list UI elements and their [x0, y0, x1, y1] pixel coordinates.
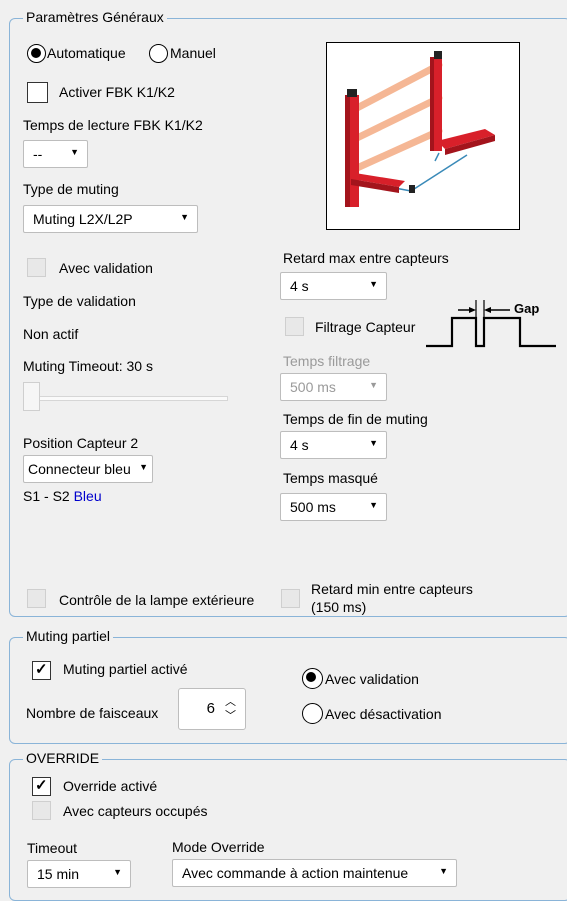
min-delay-label-1: Retard min entre capteurs	[311, 581, 473, 597]
dropdown-arrow-icon: ▼	[70, 147, 79, 157]
fbk-time-value: --	[33, 146, 43, 162]
validation-type-value: Non actif	[23, 326, 79, 342]
partial-muting-legend: Muting partiel	[23, 628, 114, 644]
radio-partial-validation[interactable]	[302, 668, 323, 689]
override-legend: OVERRIDE	[23, 750, 103, 766]
validation-type-label: Type de validation	[23, 293, 136, 309]
fbk-checkbox[interactable]	[27, 82, 48, 103]
mask-time-value: 500 ms	[290, 499, 336, 515]
dropdown-arrow-icon: ▼	[369, 279, 378, 289]
end-time-value: 4 s	[290, 437, 309, 453]
end-time-select[interactable]: 4 s ▼	[280, 431, 387, 459]
occupied-sensors-label: Avec capteurs occupés	[63, 803, 208, 819]
general-settings-legend: Paramètres Généraux	[23, 9, 167, 25]
max-delay-value: 4 s	[290, 278, 309, 294]
override-timeout-value: 15 min	[37, 866, 80, 882]
dropdown-arrow-icon: ▼	[113, 867, 122, 877]
dropdown-arrow-icon: ▼	[139, 462, 148, 472]
dropdown-arrow-icon: ▼	[439, 866, 448, 876]
beams-count-stepper[interactable]: 6 ︿ ﹀	[178, 688, 246, 730]
fbk-time-label: Temps de lecture FBK K1/K2	[23, 117, 203, 133]
fbk-time-select[interactable]: -- ▼	[23, 140, 88, 168]
override-checkbox[interactable]: ✓	[32, 777, 51, 796]
sensor-filter-label: Filtrage Capteur	[315, 319, 416, 335]
sensor2-info-color: Bleu	[73, 488, 102, 504]
mask-time-select[interactable]: 500 ms ▼	[280, 493, 387, 521]
muting-type-label: Type de muting	[23, 181, 119, 197]
sensor2-position-value: Connecteur bleu	[28, 461, 131, 477]
sensor2-position-select[interactable]: Connecteur bleu ▼	[23, 455, 153, 483]
radio-partial-deactivation-label[interactable]: Avec désactivation	[325, 706, 441, 722]
max-delay-label: Retard max entre capteurs	[283, 250, 449, 266]
filter-time-value: 500 ms	[290, 379, 336, 395]
muting-type-select[interactable]: Muting L2X/L2P ▼	[23, 205, 198, 233]
radio-automatic-label[interactable]: Automatique	[47, 45, 126, 61]
fbk-checkbox-label: Activer FBK K1/K2	[59, 84, 175, 100]
sensor-filter-checkbox[interactable]	[285, 317, 304, 336]
dropdown-arrow-icon: ▼	[369, 380, 378, 390]
gap-diagram: Gap	[424, 296, 560, 352]
muting-timeout-slider-track	[28, 396, 228, 401]
partial-muting-checkbox[interactable]: ✓	[32, 661, 51, 680]
stepper-down-icon[interactable]: ﹀	[225, 707, 236, 723]
override-mode-label: Mode Override	[172, 839, 265, 855]
lamp-control-label: Contrôle de la lampe extérieure	[59, 592, 255, 608]
sensor2-position-label: Position Capteur 2	[23, 435, 139, 451]
override-timeout-select[interactable]: 15 min ▼	[27, 860, 131, 888]
min-delay-checkbox[interactable]	[281, 589, 300, 608]
override-checkbox-label: Override activé	[63, 778, 158, 794]
muting-timeout-label: Muting Timeout: 30 s	[23, 358, 153, 374]
radio-partial-validation-label[interactable]: Avec validation	[325, 671, 419, 687]
mask-time-label: Temps masqué	[283, 470, 378, 486]
partial-muting-group	[9, 637, 567, 744]
min-delay-label-2: (150 ms)	[311, 599, 367, 615]
dropdown-arrow-icon: ▼	[180, 212, 189, 222]
sensor2-info: S1 - S2 Bleu	[23, 488, 102, 504]
override-mode-select[interactable]: Avec commande à action maintenue ▼	[172, 859, 457, 887]
radio-manual[interactable]	[149, 44, 168, 63]
override-timeout-label: Timeout	[27, 840, 78, 856]
filter-time-label: Temps filtrage	[283, 353, 371, 369]
muting-type-value: Muting L2X/L2P	[33, 211, 133, 227]
partial-muting-checkbox-label: Muting partiel activé	[63, 661, 188, 677]
muting-timeout-slider-thumb[interactable]	[23, 382, 40, 411]
end-time-label: Temps de fin de muting	[283, 411, 428, 427]
dropdown-arrow-icon: ▼	[369, 438, 378, 448]
dropdown-arrow-icon: ▼	[369, 500, 378, 510]
checkmark-icon: ✓	[35, 777, 48, 794]
radio-manual-label[interactable]: Manuel	[170, 45, 216, 61]
lamp-control-checkbox[interactable]	[27, 589, 46, 608]
beams-count-value: 6	[206, 700, 215, 717]
beams-count-label: Nombre de faisceaux	[26, 705, 159, 721]
override-mode-value: Avec commande à action maintenue	[182, 865, 409, 881]
max-delay-select[interactable]: 4 s ▼	[280, 272, 387, 300]
light-curtain-image	[326, 42, 520, 230]
filter-time-select[interactable]: 500 ms ▼	[280, 373, 387, 401]
checkmark-icon: ✓	[35, 661, 48, 678]
validation-checkbox[interactable]	[27, 258, 46, 277]
radio-partial-deactivation[interactable]	[302, 703, 323, 724]
occupied-sensors-checkbox[interactable]	[32, 801, 51, 820]
radio-automatic[interactable]	[27, 44, 46, 63]
validation-checkbox-label: Avec validation	[59, 260, 153, 276]
sensor2-info-prefix: S1 - S2	[23, 488, 70, 504]
gap-label: Gap	[514, 301, 540, 316]
